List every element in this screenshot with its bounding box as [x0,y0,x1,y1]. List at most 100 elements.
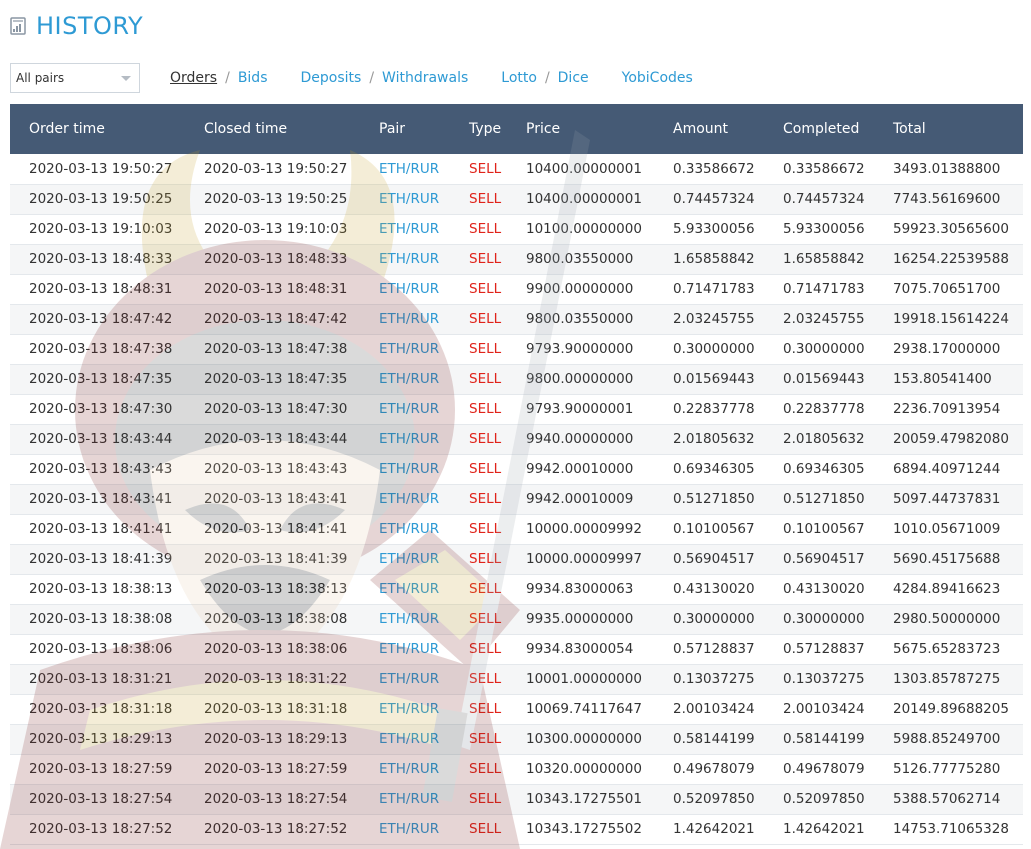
pair-link[interactable]: ETH/RUR [379,304,469,334]
closed-time-cell: 2020-03-13 18:43:41 [204,491,348,507]
price-cell: 9935.00000000 [526,611,634,627]
amount-cell: 0.10100567 [673,521,755,537]
pair-link[interactable]: ETH/RUR [379,784,469,814]
order-time-cell: 2020-03-13 19:50:25 [29,191,173,207]
pair-link[interactable]: ETH/RUR [379,754,469,784]
nav-link-dice[interactable]: Dice [558,70,589,86]
completed-cell: 0.33586672 [783,160,865,177]
pair-link[interactable]: ETH/RUR [379,424,469,454]
table-row: 2020-03-13 18:29:13 2020-03-13 18:29:13 ET… [10,724,1023,754]
pair-link[interactable]: ETH/RUR [379,694,469,724]
nav-link-lotto[interactable]: Lotto [501,70,537,86]
price-cell: 10400.00000001 [526,191,642,207]
order-time-cell: 2020-03-13 18:47:30 [29,401,173,417]
closed-time-cell: 2020-03-13 18:43:43 [204,461,348,477]
history-toolbar: All pairs Orders / Bids Deposits / Withdrawal… [10,62,726,94]
pair-link[interactable]: ETH/RUR [379,604,469,634]
closed-time-cell: 2020-03-13 19:50:25 [204,191,348,207]
order-time-cell: 2020-03-13 18:47:38 [29,341,173,357]
table-row: 2020-03-13 19:10:03 2020-03-13 19:10:03 ET… [10,214,1023,244]
table-row: 2020-03-13 19:50:25 2020-03-13 19:50:25 ET… [10,184,1023,214]
amount-cell: 0.49678079 [673,761,755,777]
pair-link[interactable]: ETH/RUR [379,514,469,544]
closed-time-cell: 2020-03-13 18:31:18 [204,701,348,717]
nav-group: Deposits / Withdrawals [301,70,469,86]
nav-link-bids[interactable]: Bids [238,70,268,86]
pair-link[interactable]: ETH/RUR [379,364,469,394]
pair-link[interactable]: ETH/RUR [379,334,469,364]
order-time-cell: 2020-03-13 18:31:21 [29,671,173,687]
table-row: 2020-03-13 18:47:35 2020-03-13 18:47:35 ET… [10,364,1023,394]
pair-link[interactable]: ETH/RUR [379,244,469,274]
column-header-pair: Pair [379,121,406,137]
pair-link[interactable]: ETH/RUR [379,664,469,694]
amount-cell: 0.30000000 [673,611,755,627]
nav-group: Lotto / Dice [501,70,588,86]
order-time-cell: 2020-03-13 18:27:52 [29,821,173,837]
order-time-cell: 2020-03-13 19:10:03 [29,221,173,237]
amount-cell: 0.57128837 [673,641,755,657]
total-cell: 5675.65283723 [893,641,1001,657]
total-cell: 59923.30565600 [893,221,1009,237]
nav-link-yobicodes[interactable]: YobiCodes [622,70,693,86]
closed-time-cell: 2020-03-13 18:48:31 [204,281,348,297]
order-time-cell: 2020-03-13 18:43:41 [29,491,173,507]
pair-filter-select[interactable]: All pairs [10,63,140,93]
total-cell: 5388.57062714 [893,791,1001,807]
price-cell: 10300.00000000 [526,731,642,747]
closed-time-cell: 2020-03-13 18:27:54 [204,791,348,807]
orders-table: Order time Closed time Pair Type Price Amount… [10,104,1023,845]
completed-cell: 2.03245755 [783,311,865,327]
type-cell: SELL [469,491,502,507]
pair-link[interactable]: ETH/RUR [379,394,469,424]
pair-link[interactable]: ETH/RUR [379,454,469,484]
completed-cell: 0.43130020 [783,581,865,597]
completed-cell: 0.58144199 [783,731,865,747]
nav-link-orders[interactable]: Orders [170,70,217,86]
pair-link[interactable]: ETH/RUR [379,544,469,574]
table-row: 2020-03-13 18:31:21 2020-03-13 18:31:22 ET… [10,664,1023,694]
amount-cell: 0.71471783 [673,281,755,297]
completed-cell: 0.69346305 [783,461,865,477]
table-row: 2020-03-13 18:27:52 2020-03-13 18:27:52 ET… [10,814,1023,844]
price-cell: 10100.00000000 [526,221,642,237]
order-time-cell: 2020-03-13 18:43:43 [29,461,173,477]
closed-time-cell: 2020-03-13 18:47:35 [204,371,348,387]
pair-link[interactable]: ETH/RUR [379,214,469,244]
table-row: 2020-03-13 18:47:42 2020-03-13 18:47:42 ET… [10,304,1023,334]
closed-time-cell: 2020-03-13 18:27:59 [204,761,348,777]
closed-time-cell: 2020-03-13 18:29:13 [204,731,348,747]
closed-time-cell: 2020-03-13 18:27:52 [204,821,348,837]
pair-link[interactable]: ETH/RUR [379,184,469,214]
amount-cell: 0.33586672 [673,160,755,177]
total-cell: 1303.85787275 [893,671,1001,687]
closed-time-cell: 2020-03-13 18:47:42 [204,311,348,327]
nav-link-deposits[interactable]: Deposits [301,70,362,86]
total-cell: 153.80541400 [893,371,992,387]
type-cell: SELL [469,251,502,267]
order-time-cell: 2020-03-13 18:43:44 [29,431,173,447]
pair-link[interactable]: ETH/RUR [379,574,469,604]
pair-link[interactable]: ETH/RUR [379,154,469,184]
total-cell: 14753.71065328 [893,821,1009,837]
table-header-row: Order time Closed time Pair Type Price Amount… [10,104,1023,154]
price-cell: 9800.03550000 [526,251,634,267]
amount-cell: 0.43130020 [673,581,755,597]
pair-link[interactable]: ETH/RUR [379,814,469,844]
price-cell: 9942.00010000 [526,461,634,477]
pair-link[interactable]: ETH/RUR [379,274,469,304]
total-cell: 4284.89416623 [893,581,1001,597]
closed-time-cell: 2020-03-13 18:38:06 [204,641,348,657]
table-row: 2020-03-13 18:38:06 2020-03-13 18:38:06 ET… [10,634,1023,664]
closed-time-cell: 2020-03-13 19:10:03 [204,221,348,237]
pair-link[interactable]: ETH/RUR [379,724,469,754]
column-header-order-time: Order time [29,121,105,137]
total-cell: 6894.40971244 [893,461,1001,477]
completed-cell: 1.42642021 [783,821,865,837]
pair-link[interactable]: ETH/RUR [379,634,469,664]
column-header-completed: Completed [783,121,860,137]
pair-link[interactable]: ETH/RUR [379,484,469,514]
completed-cell: 0.01569443 [783,371,865,387]
nav-link-withdrawals[interactable]: Withdrawals [382,70,468,86]
price-cell: 10001.00000000 [526,671,642,687]
